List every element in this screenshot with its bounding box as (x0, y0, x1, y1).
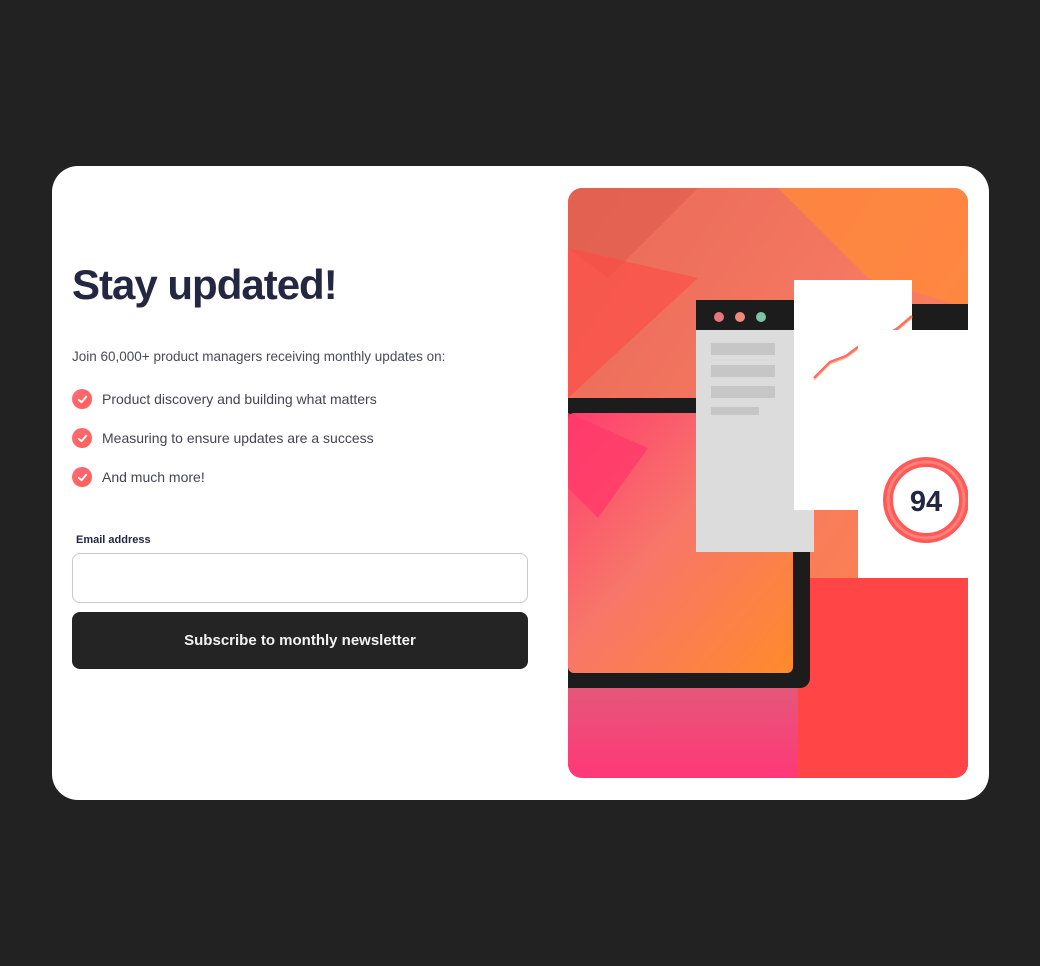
list-item: And much more! (72, 467, 377, 506)
score-label: 94 (910, 486, 942, 518)
feature-label: Product discovery and building what matt… (102, 391, 377, 407)
email-field[interactable] (72, 553, 528, 603)
feature-label: Measuring to ensure updates are a succes… (102, 430, 374, 446)
check-icon (72, 428, 92, 448)
check-icon (72, 389, 92, 409)
subscribe-button[interactable]: Subscribe to monthly newsletter (72, 612, 528, 669)
email-label: Email address (76, 534, 151, 546)
intro-text: Join 60,000+ product managers receiving … (72, 349, 446, 364)
newsletter-card: Stay updated! Join 60,000+ product manag… (52, 166, 989, 800)
hero-illustration: 94 (568, 188, 968, 778)
page-title: Stay updated! (72, 261, 338, 308)
check-icon (72, 467, 92, 487)
feature-list: Product discovery and building what matt… (72, 389, 377, 506)
feature-label: And much more! (102, 469, 205, 485)
list-item: Product discovery and building what matt… (72, 389, 377, 428)
list-item: Measuring to ensure updates are a succes… (72, 428, 377, 467)
